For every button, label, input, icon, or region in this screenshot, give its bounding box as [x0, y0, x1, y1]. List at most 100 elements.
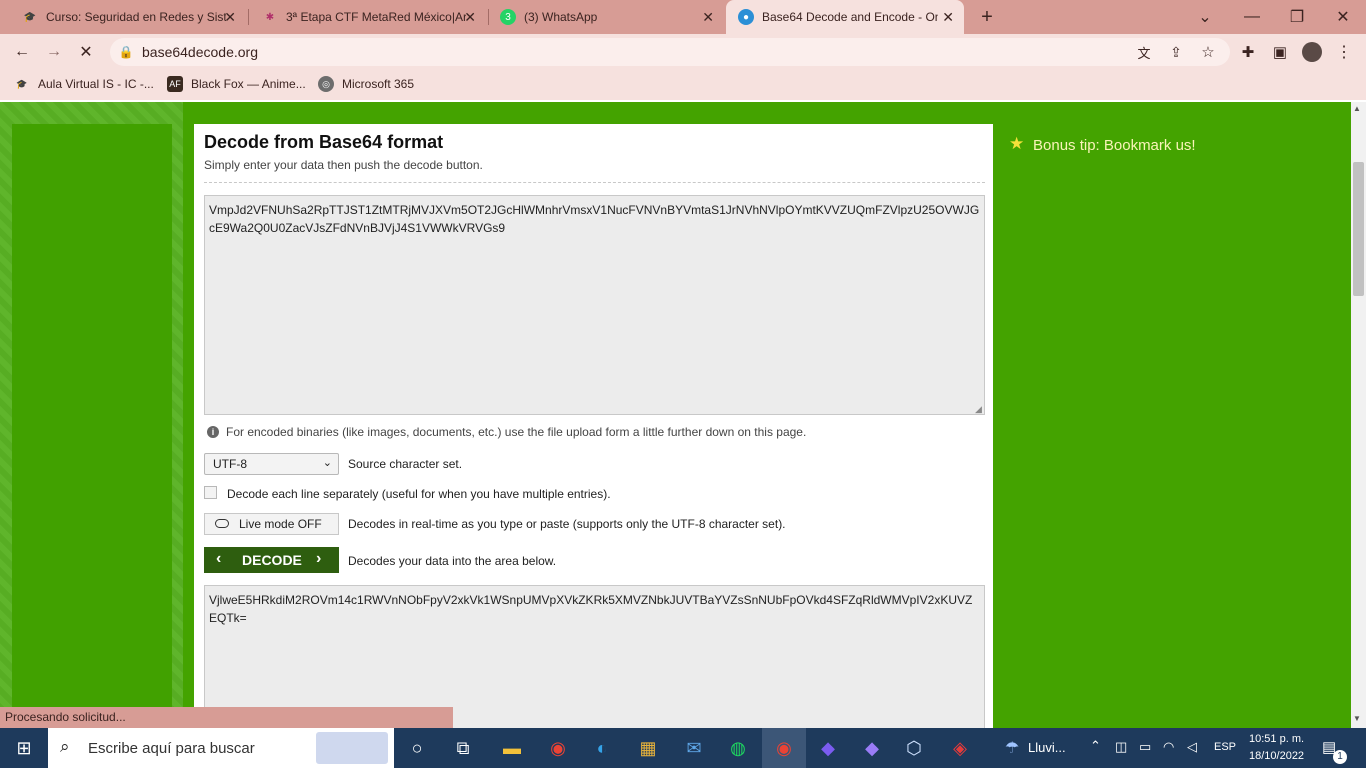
- star-icon[interactable]: ☆: [1196, 40, 1220, 64]
- avatar[interactable]: [1302, 42, 1322, 62]
- minimize-icon[interactable]: —: [1240, 5, 1264, 29]
- charset-label: Source character set.: [348, 457, 463, 471]
- forward-icon[interactable]: →: [42, 40, 66, 64]
- menu-icon[interactable]: ⋮: [1332, 40, 1356, 64]
- page-title: Decode from Base64 format: [204, 132, 444, 152]
- mail-icon[interactable]: ✉: [672, 728, 716, 768]
- back-icon[interactable]: ←: [10, 40, 34, 64]
- slack-icon: ✱: [265, 11, 275, 23]
- live-mode-button[interactable]: Live mode OFF: [204, 513, 339, 535]
- close-icon[interactable]: ✕: [702, 9, 714, 26]
- bookmark-black-fox[interactable]: AF Black Fox — Anime...: [167, 70, 306, 98]
- bookmark-microsoft-365[interactable]: ◎ Microsoft 365: [318, 70, 414, 98]
- moodle-icon: 🎓: [23, 11, 37, 23]
- resize-handle[interactable]: ◢: [975, 404, 982, 415]
- clock-time[interactable]: 10:51 p. m.: [1249, 733, 1304, 745]
- side-panel-icon[interactable]: ▣: [1268, 40, 1292, 64]
- spotify-icon[interactable]: ◍: [716, 728, 760, 768]
- address-bar[interactable]: [110, 38, 1230, 66]
- edge-icon[interactable]: ◐: [580, 728, 624, 768]
- close-window-icon[interactable]: ✕: [1331, 5, 1355, 29]
- taskbar-search[interactable]: ⌕ Escribe aquí para buscar: [48, 728, 394, 768]
- left-ad-space: [12, 124, 172, 728]
- bookmark-label: Microsoft 365: [342, 77, 415, 91]
- tab-divider: [248, 9, 249, 25]
- close-icon[interactable]: ✕: [464, 9, 476, 26]
- weather-text[interactable]: Lluvi...: [1028, 740, 1066, 755]
- live-mode-label: Live mode OFF: [239, 517, 322, 531]
- search-icon: ⌕: [60, 737, 70, 756]
- tab-ctf[interactable]: ✱ 3ª Etapa CTF MetaRed México|Ar ✕: [250, 0, 486, 34]
- virtualbox-icon[interactable]: ⬡: [892, 728, 936, 768]
- bookmark-label: Black Fox — Anime...: [191, 77, 306, 91]
- chrome-icon[interactable]: ◉: [536, 728, 580, 768]
- decode-button[interactable]: ‹ DECODE ›: [204, 547, 339, 573]
- notification-badge: 1: [1333, 750, 1347, 764]
- volume-icon[interactable]: ◁: [1187, 739, 1197, 755]
- whatsapp-icon: 3: [500, 9, 516, 25]
- stop-icon[interactable]: ✕: [74, 40, 98, 64]
- tab-whatsapp[interactable]: 3 (3) WhatsApp ✕: [488, 0, 724, 34]
- scroll-down-icon[interactable]: ▼: [1353, 714, 1361, 723]
- star-icon: ★: [1009, 134, 1025, 153]
- each-line-checkbox[interactable]: [204, 486, 217, 499]
- globe-icon: ◎: [318, 76, 334, 92]
- wifi-icon[interactable]: ◠: [1163, 739, 1174, 755]
- search-placeholder: Escribe aquí para buscar: [88, 740, 255, 757]
- info-icon: i: [207, 426, 219, 438]
- bookmark-aula-virtual[interactable]: 🎓 Aula Virtual IS - IC -...: [14, 70, 154, 98]
- live-mode-description: Decodes in real-time as you type or past…: [348, 517, 786, 531]
- tab-search-icon[interactable]: ⌄: [1193, 5, 1217, 29]
- close-icon[interactable]: ✕: [224, 9, 236, 26]
- tab-title: 3ª Etapa CTF MetaRed México|Ar: [286, 10, 466, 24]
- lock-icon[interactable]: 🔒: [114, 40, 138, 64]
- bookmark-label: Aula Virtual IS - IC -...: [38, 77, 154, 91]
- scroll-up-icon[interactable]: ▲: [1353, 104, 1361, 113]
- url-text[interactable]: base64decode.org: [142, 44, 258, 60]
- windows-start-icon[interactable]: ⊞: [2, 728, 46, 768]
- moodle-icon: 🎓: [16, 78, 28, 89]
- restore-icon[interactable]: ❐: [1285, 5, 1309, 29]
- share-icon[interactable]: ⇪: [1164, 40, 1188, 64]
- close-icon[interactable]: ✕: [942, 9, 954, 26]
- battery-icon[interactable]: ▭: [1139, 739, 1151, 755]
- divider: [204, 182, 985, 183]
- tab-base64[interactable]: ● Base64 Decode and Encode - On ✕: [726, 0, 964, 34]
- cortana-icon[interactable]: ○: [395, 728, 439, 768]
- file-explorer-icon[interactable]: ▬: [490, 728, 534, 768]
- status-bar: Procesando solicitud...: [0, 707, 453, 728]
- decode-label: DECODE: [242, 552, 302, 568]
- app-icon[interactable]: ◈: [938, 728, 982, 768]
- new-tab-button[interactable]: +: [975, 5, 999, 29]
- each-line-label: Decode each line separately (useful for …: [227, 487, 611, 501]
- tab-title: Curso: Seguridad en Redes y Sist: [46, 10, 226, 24]
- tray-chevron-icon[interactable]: ⌃: [1090, 738, 1101, 754]
- bonus-tip: Bonus tip: Bookmark us!: [1033, 137, 1196, 154]
- chevron-down-icon: ⌄: [322, 457, 332, 469]
- toggle-icon: [215, 519, 229, 528]
- scrollbar-thumb[interactable]: [1353, 162, 1364, 296]
- meet-icon[interactable]: ◫: [1115, 739, 1127, 755]
- animeflv-icon: AF: [167, 76, 183, 92]
- extensions-icon[interactable]: ✚: [1236, 40, 1260, 64]
- charset-select[interactable]: UTF-8 ⌄: [204, 453, 339, 475]
- charset-value: UTF-8: [213, 457, 247, 471]
- tab-title: Base64 Decode and Encode - On: [762, 10, 938, 24]
- tab-course[interactable]: 🎓 Curso: Seguridad en Redes y Sist ✕: [10, 0, 246, 34]
- clock-date[interactable]: 18/10/2022: [1249, 750, 1304, 762]
- search-highlight-image: [316, 732, 388, 764]
- decode-description: Decodes your data into the area below.: [348, 554, 557, 568]
- language-indicator[interactable]: ESP: [1214, 741, 1236, 753]
- input-textarea[interactable]: VmpJd2VFNUhSa2RpTTJST1ZtMTRjMVJXVm5OT2JG…: [204, 195, 985, 415]
- obsidian-icon[interactable]: ◆: [806, 728, 850, 768]
- base64-icon: ●: [738, 9, 754, 25]
- task-view-icon[interactable]: ⧉: [441, 728, 485, 768]
- chevron-left-icon: ‹: [216, 550, 222, 567]
- store-icon[interactable]: ▦: [626, 728, 670, 768]
- obsidian-icon-2[interactable]: ◆: [850, 728, 894, 768]
- chevron-right-icon: ›: [316, 550, 322, 567]
- chrome-active-icon[interactable]: ◉: [762, 728, 806, 768]
- page-subtitle: Simply enter your data then push the dec…: [204, 158, 483, 172]
- tab-title: (3) WhatsApp: [524, 10, 598, 24]
- translate-icon[interactable]: 文: [1132, 40, 1156, 64]
